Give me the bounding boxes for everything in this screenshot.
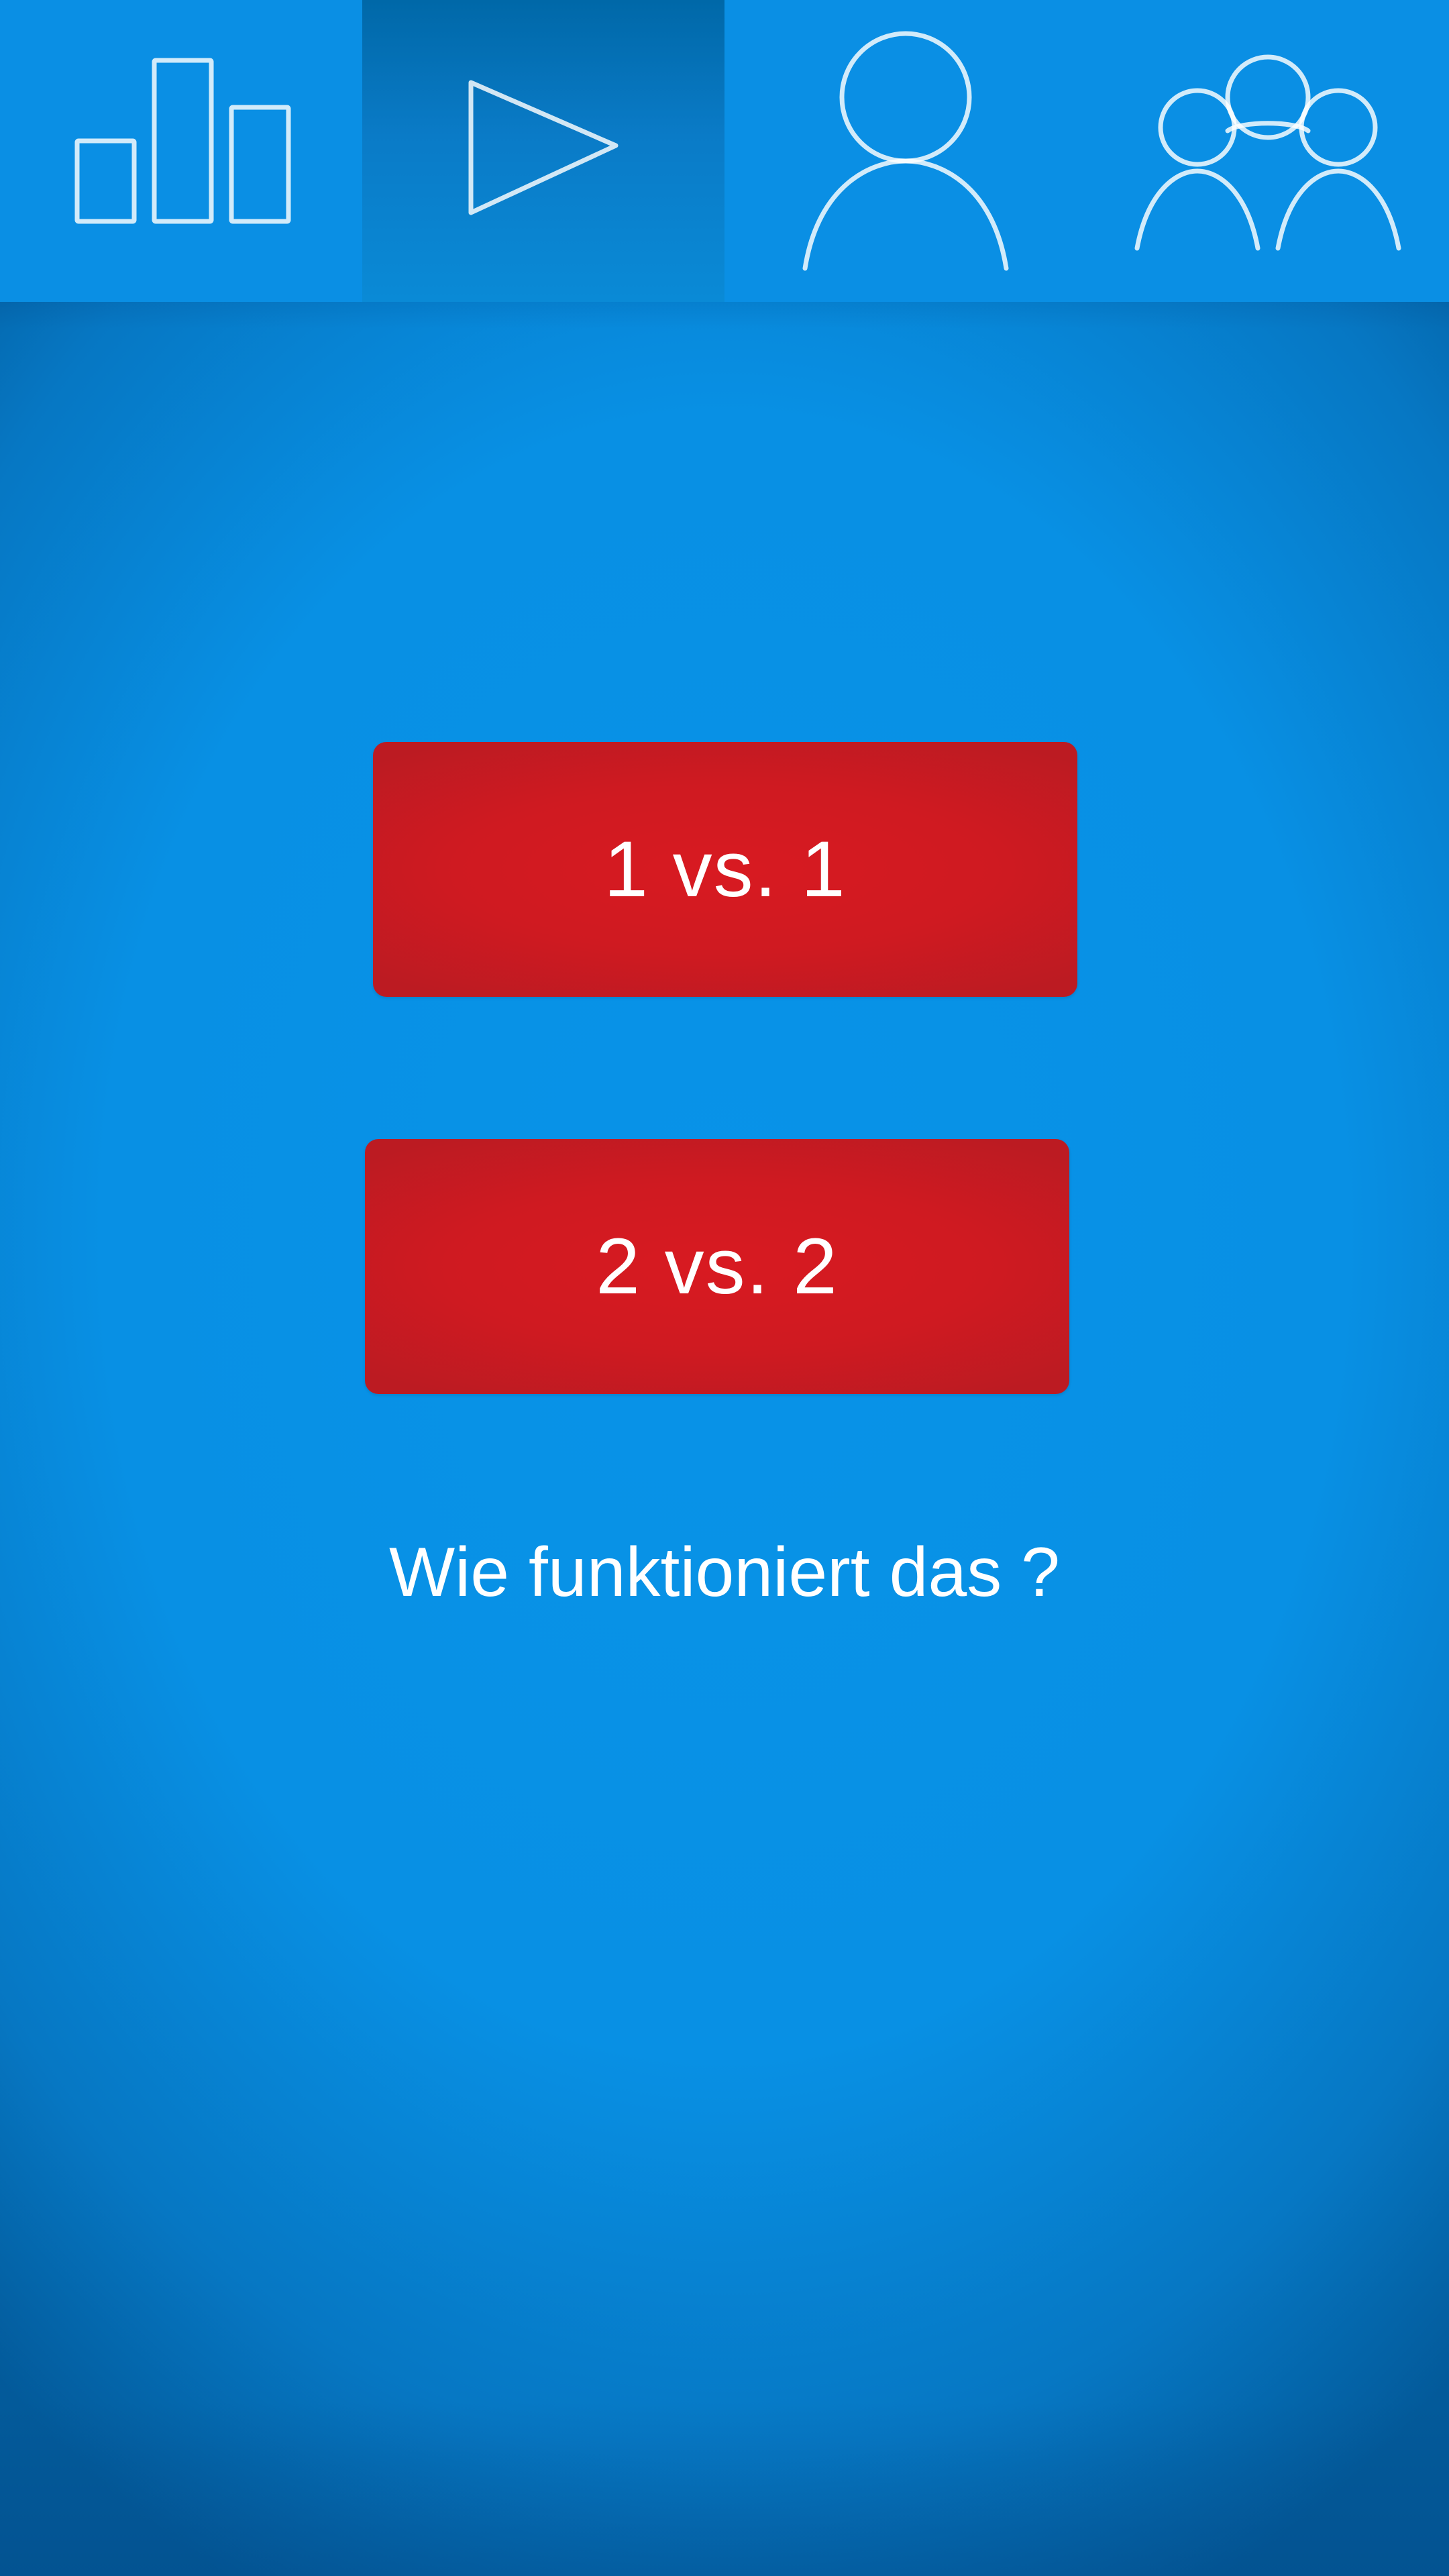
how-it-works-link[interactable]: Wie funktioniert das ?	[0, 1533, 1449, 1613]
play-icon	[468, 80, 619, 215]
one-vs-one-button[interactable]: 1 vs. 1	[373, 742, 1077, 997]
tab-group[interactable]	[1087, 0, 1449, 302]
app-screen: 1 vs. 1 2 vs. 2 Wie funktioniert das ?	[0, 0, 1449, 2576]
tab-play[interactable]	[362, 0, 724, 302]
tab-stats[interactable]	[0, 0, 362, 302]
group-icon	[1134, 54, 1401, 251]
one-vs-one-label: 1 vs. 1	[604, 825, 847, 914]
two-vs-two-label: 2 vs. 2	[596, 1222, 839, 1311]
bar-chart-icon	[74, 58, 291, 224]
tab-profile[interactable]	[724, 0, 1087, 302]
two-vs-two-button[interactable]: 2 vs. 2	[365, 1139, 1069, 1394]
top-tab-bar	[0, 0, 1449, 329]
user-icon	[802, 31, 1009, 271]
